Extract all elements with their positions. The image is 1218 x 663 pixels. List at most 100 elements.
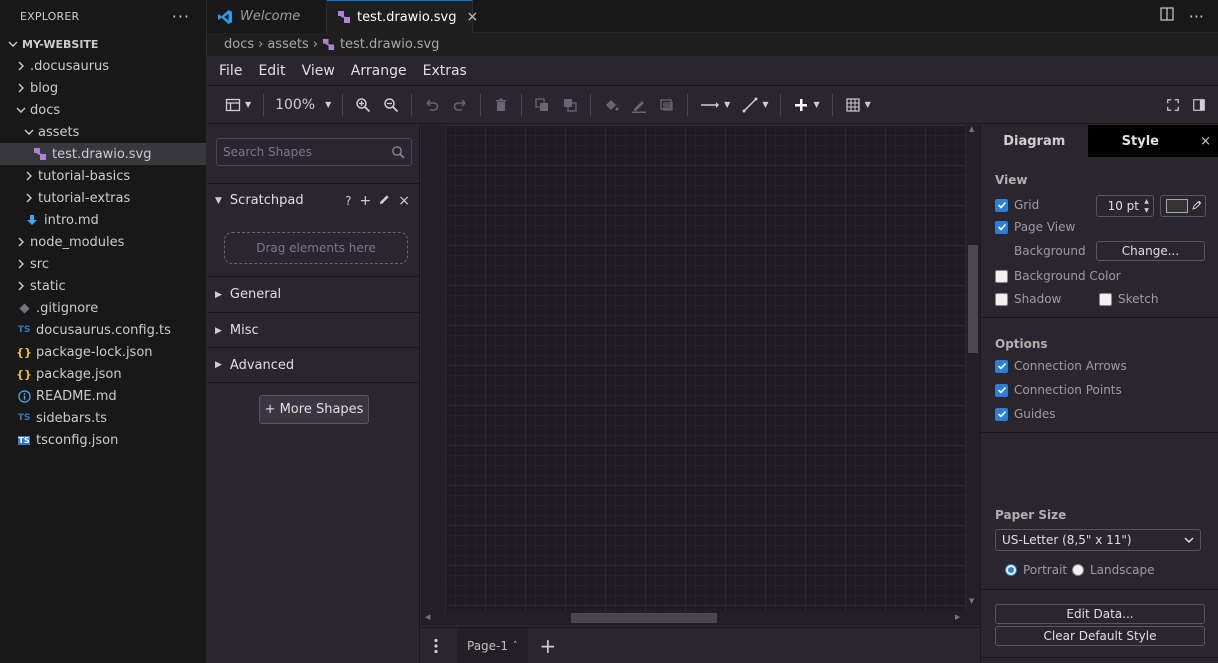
more-actions-icon[interactable]: ··· [1189,7,1204,26]
workspace-root[interactable]: MY-WEBSITE [0,33,206,55]
split-editor-icon[interactable] [1159,6,1175,26]
tree-folder[interactable]: node_modules [0,231,206,253]
close-icon[interactable]: × [398,193,410,209]
layout-view-button[interactable]: ▼ [219,91,257,119]
shape-section-misc[interactable]: ▶ Misc [207,312,420,348]
eyedropper-icon[interactable] [1192,199,1202,214]
grid-checkbox[interactable] [995,198,1008,212]
grid-checkbox-row[interactable]: Grid [995,198,1039,212]
clear-default-style-button[interactable]: Clear Default Style [995,626,1205,646]
canvas-area[interactable] [421,125,980,625]
edit-icon[interactable] [379,194,390,208]
tree-folder[interactable]: tutorial-basics [0,165,206,187]
sketch-row[interactable]: Sketch [1099,292,1158,306]
scroll-left-icon[interactable]: ◀ [425,613,430,621]
connection-arrows-checkbox[interactable] [995,359,1008,373]
scratchpad-section[interactable]: ▼ Scratchpad ? + × [207,183,420,217]
landscape-row[interactable]: Landscape [1072,563,1154,577]
page-view-row[interactable]: Page View [995,220,1075,234]
connection-points-row[interactable]: Connection Points [995,383,1122,397]
waypoints-button[interactable]: ▼ [736,91,774,119]
to-front-button[interactable] [528,91,556,119]
vertical-scroll-thumb[interactable] [968,245,978,353]
tree-folder[interactable]: .docusaurus [0,55,206,77]
to-back-button[interactable] [556,91,584,119]
spin-down-icon[interactable]: ▼ [1141,206,1152,215]
horizontal-scrollbar[interactable]: ◀ ▶ [421,611,966,625]
scroll-right-icon[interactable]: ▶ [955,613,960,621]
tree-file[interactable]: {} package-lock.json [0,341,206,363]
menu-file[interactable]: File [211,63,250,79]
tree-file[interactable]: README.md [0,385,206,407]
more-shapes-button[interactable]: + More Shapes [259,395,369,424]
tree-folder[interactable]: docs [0,99,206,121]
guides-checkbox[interactable] [995,407,1008,421]
line-color-button[interactable] [625,91,653,119]
grid-size-input[interactable]: 10 pt ▲ ▼ [1096,195,1154,217]
zoom-dropdown[interactable]: 100% ▼ [270,91,336,119]
tree-file[interactable]: intro.md [0,209,206,231]
connection-arrows-row[interactable]: Connection Arrows [995,359,1127,373]
redo-button[interactable] [446,91,474,119]
shadow-checkbox[interactable] [995,292,1008,306]
landscape-radio[interactable] [1072,564,1084,576]
tree-folder[interactable]: tutorial-extras [0,187,206,209]
caret-up-icon[interactable]: ˄ [513,641,518,651]
explorer-more-icon[interactable]: ··· [172,7,190,26]
insert-button[interactable]: ▼ [787,91,825,119]
horizontal-scroll-thumb[interactable] [571,613,717,623]
tree-folder[interactable]: static [0,275,206,297]
page-view-checkbox[interactable] [995,220,1008,234]
shadow-button[interactable] [653,91,681,119]
tree-folder[interactable]: src [0,253,206,275]
tree-file[interactable]: TS docusaurus.config.ts [0,319,206,341]
menu-extras[interactable]: Extras [415,63,475,79]
breadcrumb-docs[interactable]: docs [224,37,254,52]
menu-edit[interactable]: Edit [250,63,293,79]
shape-section-advanced[interactable]: ▶ Advanced [207,347,420,383]
search-icon[interactable] [391,145,405,162]
grid-color-button[interactable] [1160,195,1206,217]
menu-view[interactable]: View [294,63,343,79]
diagram-canvas[interactable] [445,125,980,611]
portrait-radio[interactable] [1005,564,1017,576]
pages-menu-icon[interactable] [421,638,451,654]
sketch-checkbox[interactable] [1099,292,1112,306]
breadcrumb-assets[interactable]: assets [267,37,308,52]
spin-up-icon[interactable]: ▲ [1141,197,1152,206]
scroll-down-icon[interactable]: ▼ [969,597,974,605]
add-page-icon[interactable]: + [540,634,557,658]
page-tab[interactable]: Page-1 ˄ [457,627,528,663]
format-panel-toggle[interactable] [1190,91,1208,119]
breadcrumb-file[interactable]: test.drawio.svg [340,37,439,52]
vertical-scrollbar[interactable]: ▲ ▼ [966,125,980,625]
tree-file[interactable]: TS tsconfig.json [0,429,206,451]
background-color-row[interactable]: Background Color [995,269,1121,283]
tree-folder[interactable]: blog [0,77,206,99]
change-background-button[interactable]: Change... [1096,241,1205,261]
tab-diagram[interactable]: Diagram [981,125,1088,157]
search-shapes-input[interactable]: Search Shapes [216,138,412,166]
fill-color-button[interactable] [597,91,625,119]
tree-file[interactable]: {} package.json [0,363,206,385]
tree-folder[interactable]: assets [0,121,206,143]
paper-size-select[interactable]: US-Letter (8,5" x 11") [995,529,1201,551]
guides-row[interactable]: Guides [995,407,1056,421]
undo-button[interactable] [418,91,446,119]
scroll-up-icon[interactable]: ▲ [969,125,974,133]
connection-style-button[interactable]: ▼ [694,91,736,119]
help-icon[interactable]: ? [345,194,351,208]
connection-points-checkbox[interactable] [995,383,1008,397]
edit-data-button[interactable]: Edit Data... [995,604,1205,624]
tab-welcome[interactable]: Welcome [207,0,327,33]
menu-arrange[interactable]: Arrange [343,63,415,79]
shape-section-general[interactable]: ▶ General [207,276,420,312]
scratchpad-dropzone[interactable]: Drag elements here [224,232,408,264]
background-color-checkbox[interactable] [995,269,1008,283]
fullscreen-button[interactable] [1164,91,1182,119]
tab-test-drawio[interactable]: test.drawio.svg × [327,0,478,33]
add-icon[interactable]: + [360,193,372,209]
shadow-row[interactable]: Shadow [995,292,1061,306]
portrait-row[interactable]: Portrait [1005,563,1067,577]
table-button[interactable]: ▼ [839,91,877,119]
